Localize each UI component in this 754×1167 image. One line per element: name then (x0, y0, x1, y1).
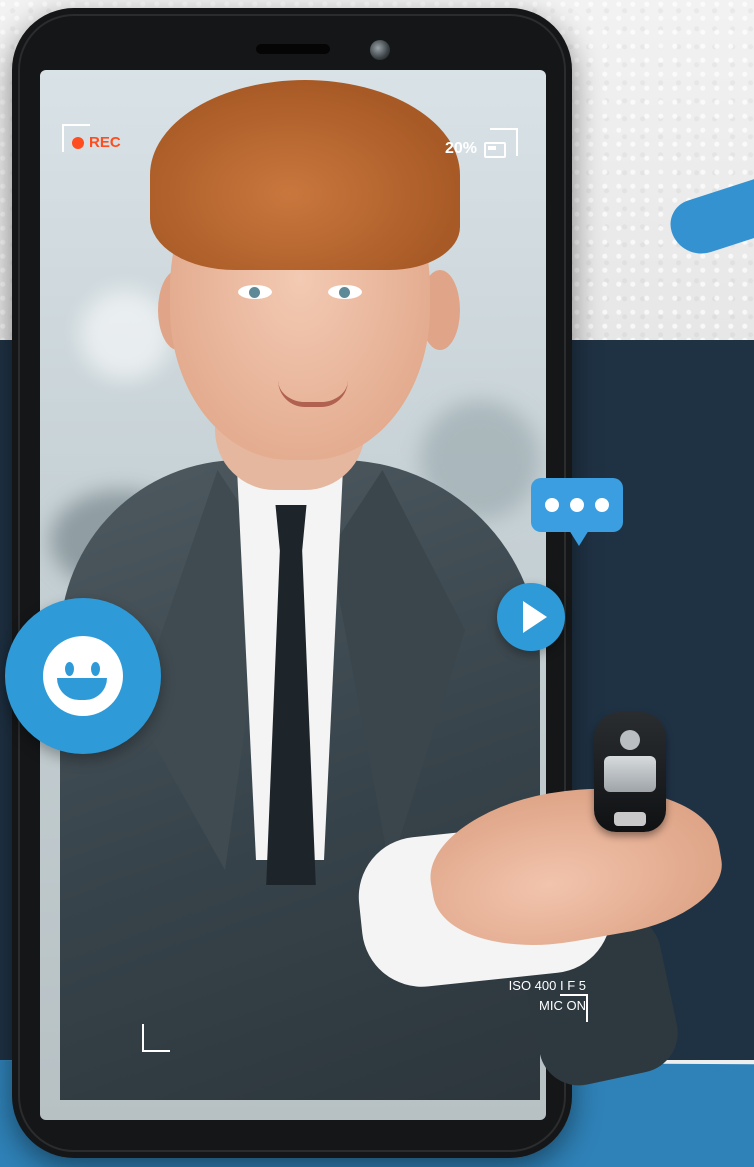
battery-percentage: 20% (445, 140, 478, 157)
mic-status: MIC ON (539, 998, 586, 1013)
eye-right (328, 285, 362, 299)
iso-readout: ISO 400 I F 5 (508, 978, 586, 993)
rec-label: REC (89, 134, 121, 151)
hair (150, 80, 460, 270)
viewfinder-corner-bottom-left (142, 1024, 170, 1052)
front-camera-icon (370, 40, 390, 60)
key-fob-button (614, 812, 646, 826)
recording-indicator: REC (72, 134, 121, 151)
chat-bubble-button[interactable] (531, 478, 623, 546)
smiley-eye (65, 662, 74, 676)
chat-dot (595, 498, 609, 512)
camera-settings-readout: ISO 400 I F 5 MIC ON (486, 976, 586, 1016)
eye-left (238, 285, 272, 299)
chat-dot (545, 498, 559, 512)
record-dot-icon (72, 136, 84, 149)
smiley-reaction-button[interactable] (5, 598, 161, 754)
phone-speaker (256, 44, 330, 54)
smiley-face-icon (43, 636, 123, 716)
key-fob-button (620, 730, 640, 750)
battery-icon (484, 142, 506, 158)
key-fob-button (604, 756, 656, 792)
play-button[interactable] (497, 583, 565, 651)
smiley-mouth (57, 678, 107, 700)
background-bokeh (80, 290, 170, 380)
smiley-eye (91, 662, 100, 676)
chat-dot (570, 498, 584, 512)
car-key-fob (594, 712, 666, 832)
